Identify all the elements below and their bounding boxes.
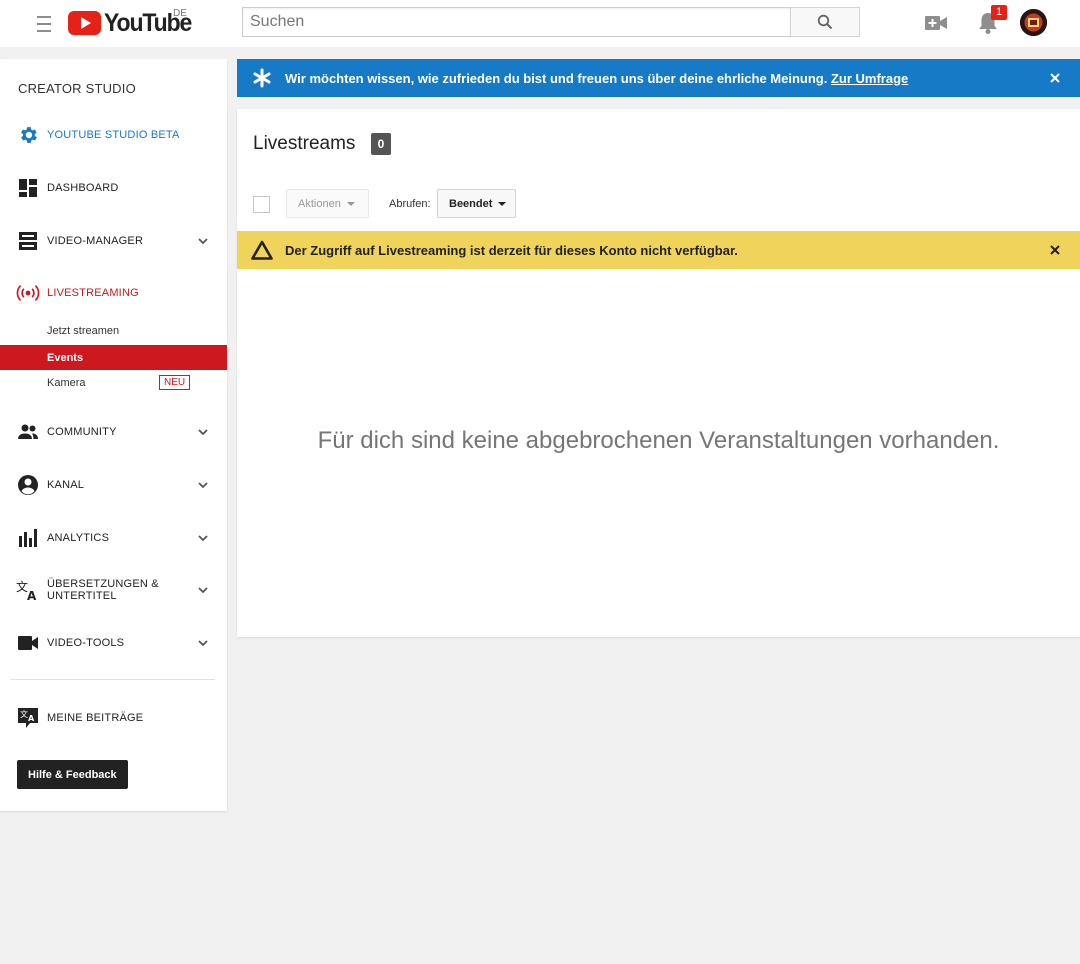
translate-bubble-icon: 文A xyxy=(16,706,40,730)
country-code: DE xyxy=(173,8,187,19)
sidebar-subitem-jetzt-streamen[interactable]: Jetzt streamen xyxy=(0,318,227,343)
sidebar-subitem-kamera[interactable]: Kamera NEU xyxy=(0,370,227,395)
video-add-icon xyxy=(925,16,947,30)
upload-video-button[interactable] xyxy=(924,12,948,34)
chevron-down-icon xyxy=(198,535,208,542)
live-broadcast-icon xyxy=(16,281,40,305)
livestreams-panel: Livestreams 0 Aktionen Abrufen: Beendet … xyxy=(237,109,1080,637)
caret-down-icon xyxy=(346,201,355,206)
sidebar-item-uebersetzungen[interactable]: 文A ÜBERSETZUNGEN & UNTERTITEL xyxy=(0,570,227,610)
new-badge: NEU xyxy=(159,375,191,390)
sidebar-item-video-manager[interactable]: VIDEO-MANAGER xyxy=(0,221,227,261)
page-title: Livestreams xyxy=(253,133,356,154)
warning-banner: Der Zugriff auf Livestreaming ist derzei… xyxy=(237,231,1080,269)
sidebar-item-label: MEINE BEITRÄGE xyxy=(47,712,144,724)
select-all-checkbox[interactable] xyxy=(253,196,270,213)
chevron-down-icon xyxy=(198,238,208,245)
sidebar-item-community[interactable]: COMMUNITY xyxy=(0,412,227,452)
svg-text:A: A xyxy=(28,714,35,723)
people-icon xyxy=(16,420,40,444)
video-camera-icon xyxy=(16,631,40,655)
count-badge: 0 xyxy=(371,133,391,155)
empty-state-message: Für dich sind keine abgebrochenen Verans… xyxy=(317,427,1000,454)
bar-chart-icon xyxy=(16,526,40,550)
chevron-down-icon xyxy=(198,482,208,489)
chevron-down-icon xyxy=(198,587,208,594)
sidebar-subitem-label: Kamera xyxy=(47,376,86,389)
actions-label: Aktionen xyxy=(298,197,341,210)
survey-link[interactable]: Zur Umfrage xyxy=(831,71,908,86)
actions-dropdown[interactable]: Aktionen xyxy=(286,189,369,218)
sidebar-item-kanal[interactable]: KANAL xyxy=(0,465,227,505)
sidebar-item-label: YOUTUBE STUDIO BETA xyxy=(47,129,180,141)
sidebar-item-label: DASHBOARD xyxy=(47,182,119,194)
sidebar: CREATOR STUDIO YOUTUBE STUDIO BETA DASHB… xyxy=(0,59,227,811)
sidebar-subitem-label: Events xyxy=(47,351,84,364)
sidebar-item-label: ÜBERSETZUNGEN & UNTERTITEL xyxy=(47,578,159,602)
youtube-play-icon xyxy=(68,11,101,35)
account-circle-icon xyxy=(16,473,40,497)
chevron-down-icon xyxy=(198,429,208,436)
asterisk-icon xyxy=(253,68,271,88)
sidebar-item-label: COMMUNITY xyxy=(47,426,117,438)
help-feedback-button[interactable]: Hilfe & Feedback xyxy=(17,760,128,789)
top-bar: YouTube DE 1 xyxy=(0,0,1080,47)
sidebar-item-label: ANALYTICS xyxy=(47,532,110,544)
sidebar-item-dashboard[interactable]: DASHBOARD xyxy=(0,168,227,208)
sidebar-item-livestreaming[interactable]: LIVESTREAMING xyxy=(0,273,227,313)
translate-icon: 文A xyxy=(16,578,40,602)
fetch-label: Abrufen: xyxy=(389,198,431,210)
sidebar-title: CREATOR STUDIO xyxy=(18,81,136,96)
avatar[interactable] xyxy=(1020,9,1047,36)
close-icon[interactable] xyxy=(1047,242,1063,258)
gear-icon xyxy=(16,123,40,147)
fetch-filter-dropdown[interactable]: Beendet xyxy=(437,189,516,218)
sidebar-item-video-tools[interactable]: VIDEO-TOOLS xyxy=(0,623,227,663)
sidebar-divider xyxy=(10,679,215,680)
close-icon[interactable] xyxy=(1047,70,1063,86)
warning-triangle-icon xyxy=(251,240,273,260)
sidebar-subitem-events[interactable]: Events xyxy=(0,345,227,370)
avatar-image xyxy=(1020,9,1047,36)
chevron-down-icon xyxy=(198,640,208,647)
dashboard-icon xyxy=(16,176,40,200)
sidebar-item-label: VIDEO-MANAGER xyxy=(47,235,144,247)
sidebar-item-label: VIDEO-TOOLS xyxy=(47,637,125,649)
caret-down-icon xyxy=(498,201,507,206)
search-icon xyxy=(817,14,833,30)
sidebar-item-youtube-studio-beta[interactable]: YOUTUBE STUDIO BETA xyxy=(0,115,227,155)
warning-message: Der Zugriff auf Livestreaming ist derzei… xyxy=(285,242,738,258)
survey-message: Wir möchten wissen, wie zufrieden du bis… xyxy=(285,70,909,86)
sidebar-item-label: KANAL xyxy=(47,479,85,491)
search-input[interactable] xyxy=(242,7,790,37)
notification-count-badge: 1 xyxy=(991,5,1007,20)
survey-banner: Wir möchten wissen, wie zufrieden du bis… xyxy=(237,59,1080,97)
fetch-value: Beendet xyxy=(449,197,493,210)
svg-text:A: A xyxy=(27,589,37,601)
sidebar-subitem-label: Jetzt streamen xyxy=(47,324,120,337)
sidebar-item-label: LIVESTREAMING xyxy=(47,287,139,299)
hamburger-menu-icon[interactable] xyxy=(30,14,58,34)
search-button[interactable] xyxy=(790,7,860,37)
video-manager-icon xyxy=(16,229,40,253)
svg-text:文: 文 xyxy=(20,709,28,719)
sidebar-item-meine-beitraege[interactable]: 文A MEINE BEITRÄGE xyxy=(0,698,227,738)
sidebar-item-analytics[interactable]: ANALYTICS xyxy=(0,518,227,558)
youtube-logo[interactable]: YouTube DE xyxy=(68,8,199,38)
